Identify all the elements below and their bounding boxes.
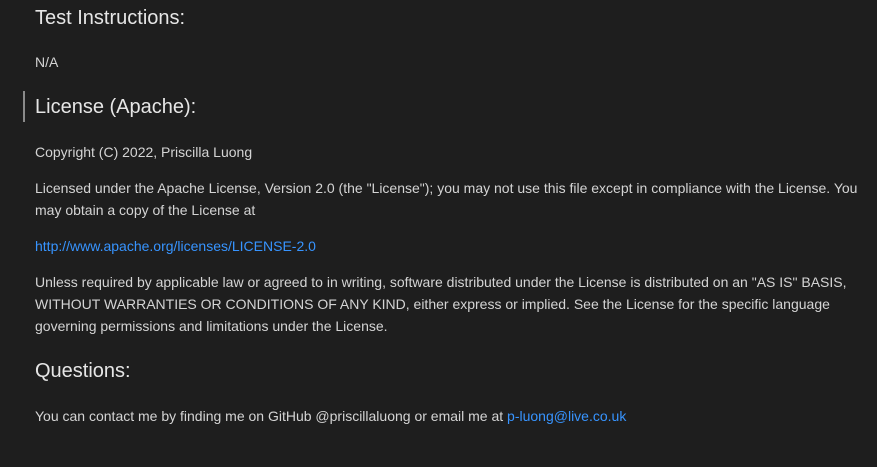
active-line-indicator: [23, 91, 25, 122]
license-link-paragraph: http://www.apache.org/licenses/LICENSE-2…: [35, 235, 865, 257]
heading-questions: Questions:: [35, 360, 131, 382]
apache-license-link[interactable]: http://www.apache.org/licenses/LICENSE-2…: [35, 238, 316, 254]
license-paragraph-1: Licensed under the Apache License, Versi…: [35, 180, 858, 218]
license-paragraph-2: Unless required by applicable law or agr…: [35, 274, 847, 334]
markdown-preview: Test Instructions: N/A License (Apache):…: [0, 0, 877, 467]
questions-text-prefix: You can contact me by finding me on GitH…: [35, 408, 508, 424]
questions-text: You can contact me by finding me on GitH…: [35, 405, 865, 427]
heading-test-instructions: Test Instructions:: [35, 7, 186, 29]
test-instructions-text: N/A: [35, 54, 59, 70]
email-link[interactable]: p-luong@live.co.uk: [507, 408, 626, 424]
copyright-text: Copyright (C) 2022, Priscilla Luong: [35, 144, 253, 160]
heading-license: License (Apache):: [35, 96, 197, 118]
